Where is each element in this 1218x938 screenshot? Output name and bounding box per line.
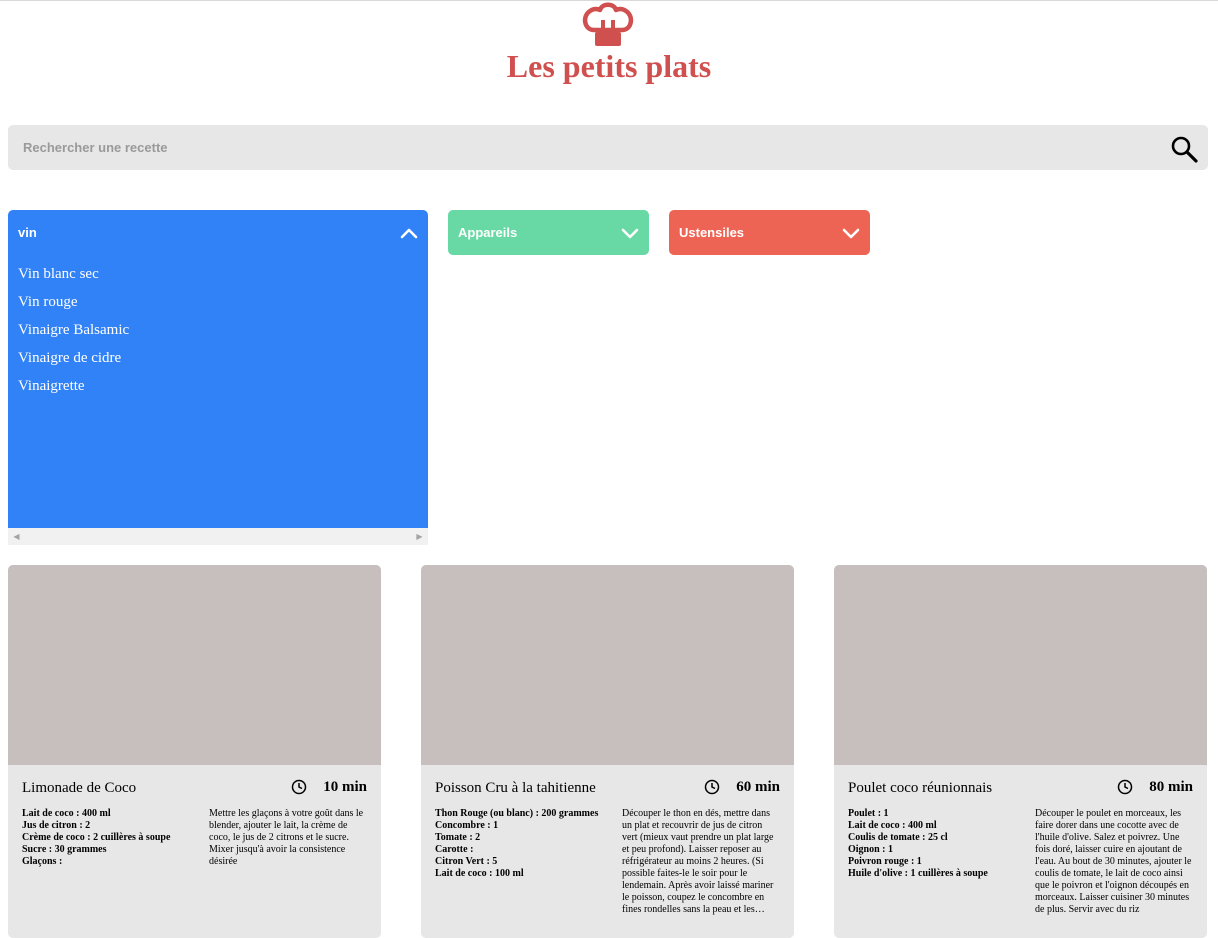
search-input[interactable]	[8, 125, 1148, 170]
ingredient-line: Huile d'olive : 1 cuillères à soupe	[848, 868, 988, 879]
appareils-dropdown[interactable]: Appareils	[448, 210, 649, 255]
ingredient-option[interactable]: Vinaigre Balsamic	[18, 316, 129, 344]
ingredients-options-list: Vin blanc sec Vin rouge Vinaigre Balsami…	[18, 260, 129, 400]
ingredient-line: Carotte :	[435, 844, 474, 855]
ingredient-line: Coulis de tomate : 25 cl	[848, 832, 948, 843]
site-title: Les petits plats	[506, 48, 712, 84]
ingredient-option[interactable]: Vin rouge	[18, 288, 129, 316]
clock-icon	[1117, 779, 1133, 795]
recipe-description: Découper le thon en dés, mettre dans un …	[622, 808, 774, 915]
ingredient-line: Citron Vert : 5	[435, 856, 498, 867]
scroll-right-icon[interactable]: ▶	[411, 528, 428, 545]
recipe-card[interactable]: Limonade de Coco 10 min Lait de coco : 4…	[8, 565, 381, 938]
chevron-up-icon[interactable]	[400, 224, 418, 242]
recipe-card[interactable]: Poisson Cru à la tahitienne 60 min Thon …	[421, 565, 794, 938]
ingredient-option[interactable]: Vinaigrette	[18, 372, 129, 400]
ingredient-line: Sucre : 30 grammes	[22, 844, 107, 855]
chevron-down-icon[interactable]	[621, 224, 639, 242]
ingredient-line: Lait de coco : 400 ml	[22, 808, 111, 819]
ingredient-option[interactable]: Vinaigre de cidre	[18, 344, 129, 372]
ingredient-line: Poulet : 1	[848, 808, 889, 819]
recipe-title: Poulet coco réunionnais	[848, 780, 993, 796]
site-header: Les petits plats	[0, 0, 1218, 95]
recipe-time: 10 min	[323, 779, 367, 795]
ustensiles-dropdown[interactable]: Ustensiles	[669, 210, 870, 255]
clock-icon	[704, 779, 720, 795]
chevron-down-icon[interactable]	[842, 224, 860, 242]
ingredient-line: Crème de coco : 2 cuillères à soupe	[22, 832, 171, 843]
recipe-ingredients: Poulet : 1 Lait de coco : 400 ml Coulis …	[848, 808, 1023, 880]
recipe-image	[8, 565, 381, 765]
ingredients-dropdown-header[interactable]: vin	[8, 210, 428, 255]
ingredient-line: Oignon : 1	[848, 844, 894, 855]
ingredient-line: Lait de coco : 400 ml	[848, 820, 937, 831]
recipe-time: 80 min	[1149, 779, 1193, 795]
ingredient-option[interactable]: Vin blanc sec	[18, 260, 129, 288]
recipe-title: Limonade de Coco	[22, 780, 137, 796]
clock-icon	[291, 779, 307, 795]
recipe-description: Découper le poulet en morceaux, les fair…	[1035, 808, 1192, 915]
search-icon[interactable]	[1170, 135, 1198, 163]
recipe-ingredients: Thon Rouge (ou blanc) : 200 grammes Conc…	[435, 808, 610, 880]
recipe-image	[421, 565, 794, 765]
ingredient-line: Concombre : 1	[435, 820, 499, 831]
ingredients-search-input[interactable]: vin	[18, 225, 37, 240]
scroll-left-icon[interactable]: ◀	[8, 528, 25, 545]
chef-hat-icon	[582, 2, 634, 46]
ingredients-horizontal-scrollbar[interactable]: ◀ ▶	[8, 528, 428, 545]
ingredients-dropdown: vin Vin blanc sec Vin rouge Vinaigre Bal…	[8, 210, 428, 528]
search-bar	[8, 125, 1208, 170]
recipe-time: 60 min	[736, 779, 780, 795]
recipe-card[interactable]: Poulet coco réunionnais 80 min Poulet : …	[834, 565, 1207, 938]
recipe-title: Poisson Cru à la tahitienne	[435, 780, 596, 796]
ingredient-line: Thon Rouge (ou blanc) : 200 grammes	[435, 808, 599, 819]
ingredient-line: Jus de citron : 2	[22, 820, 91, 831]
ingredient-line: Lait de coco : 100 ml	[435, 868, 524, 879]
ingredient-line: Tomate : 2	[435, 832, 481, 843]
recipe-image	[834, 565, 1207, 765]
ingredient-line: Glaçons :	[22, 856, 63, 867]
appareils-label: Appareils	[458, 225, 518, 240]
recipe-description: Mettre les glaçons à votre goût dans le …	[209, 808, 364, 867]
recipe-ingredients: Lait de coco : 400 ml Jus de citron : 2 …	[22, 808, 197, 868]
ustensiles-label: Ustensiles	[679, 225, 745, 240]
ingredient-line: Poivron rouge : 1	[848, 856, 922, 867]
